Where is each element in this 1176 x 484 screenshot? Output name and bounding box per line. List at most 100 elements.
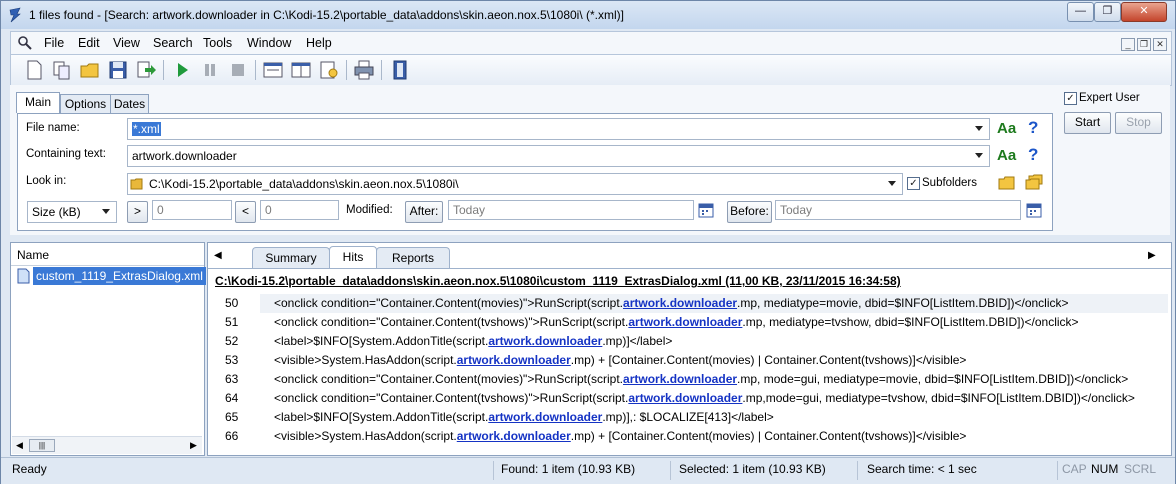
stop-button[interactable]: Stop <box>1115 112 1162 134</box>
hit-line[interactable]: 63 <onclick condition="Container.Content(… <box>208 370 1168 389</box>
look-in-combo[interactable]: C:\Kodi-15.2\portable_data\addons\skin.a… <box>127 173 903 195</box>
export-icon[interactable] <box>135 59 157 81</box>
file-list-header[interactable]: Name <box>11 243 204 266</box>
scroll-right-icon[interactable]: ▶ <box>190 440 197 451</box>
start-button[interactable]: Start <box>1064 112 1111 134</box>
toolbar <box>10 54 1172 86</box>
tab-dates[interactable]: Dates <box>110 94 149 113</box>
chevron-down-icon[interactable] <box>888 181 896 186</box>
greater-than-button[interactable]: > <box>127 201 148 223</box>
mdi-restore-button[interactable]: ❐ <box>1137 38 1151 51</box>
menu-help[interactable]: Help <box>306 36 332 50</box>
name-column-header[interactable]: Name <box>17 248 49 262</box>
hit-line-text: <label>$INFO[System.AddonTitle(script.ar… <box>274 334 672 348</box>
after-date-input[interactable]: Today <box>448 200 694 220</box>
status-separator <box>1057 461 1058 480</box>
browse-folder-icon[interactable] <box>998 175 1016 191</box>
calendar-icon[interactable] <box>698 202 714 218</box>
play-icon[interactable] <box>171 59 193 81</box>
file-name-value: *.xml <box>132 122 161 136</box>
minimize-button[interactable]: — <box>1067 2 1094 22</box>
after-button[interactable]: After: <box>405 201 443 223</box>
chevron-down-icon[interactable] <box>102 209 110 214</box>
menu-window[interactable]: Window <box>247 36 291 50</box>
case-sensitive-icon[interactable]: Aa <box>997 147 1016 164</box>
menu-view[interactable]: View <box>113 36 140 50</box>
result-file-header[interactable]: C:\Kodi-15.2\portable_data\addons\skin.a… <box>215 274 901 288</box>
case-sensitive-icon[interactable]: Aa <box>997 120 1016 137</box>
menu-edit[interactable]: Edit <box>78 36 100 50</box>
folder-icon <box>130 178 143 190</box>
hit-line-suffix: .mp)],: $LOCALIZE[413]</label> <box>602 410 774 424</box>
menu-tools[interactable]: Tools <box>203 36 232 50</box>
hit-line-text: <onclick condition="Container.Content(mo… <box>274 372 1128 386</box>
hit-line-number: 66 <box>225 429 239 443</box>
chevron-down-icon[interactable] <box>975 153 983 158</box>
new-icon[interactable] <box>23 59 45 81</box>
hit-line[interactable]: 52 <label>$INFO[System.AddonTitle(script.… <box>208 332 1168 351</box>
help-icon[interactable]: ? <box>1028 145 1038 165</box>
menu-file[interactable]: File <box>44 36 64 50</box>
print-icon[interactable] <box>353 59 375 81</box>
tab-scroll-right-icon[interactable]: ▶ <box>1148 250 1156 261</box>
hit-line[interactable]: 51 <onclick condition="Container.Content(… <box>208 313 1168 332</box>
tab-main[interactable]: Main <box>16 92 60 113</box>
hit-line[interactable]: 50 <onclick condition="Container.Content(… <box>208 294 1168 313</box>
mdi-close-button[interactable]: ✕ <box>1153 38 1167 51</box>
mdi-minimize-button[interactable]: _ <box>1121 38 1135 51</box>
status-search-time: Search time: < 1 sec <box>867 462 977 476</box>
toolbar-separator <box>381 60 382 80</box>
hit-line-prefix: <onclick condition="Container.Content(mo… <box>274 296 624 310</box>
tab-summary[interactable]: Summary <box>252 247 330 268</box>
hit-line-text: <onclick condition="Container.Content(tv… <box>274 315 1079 329</box>
expert-user-label[interactable]: Expert User <box>1079 92 1140 104</box>
tab-hits[interactable]: Hits <box>329 246 377 269</box>
hit-line-text: <visible>System.HasAddon(script.artwork.… <box>274 353 966 367</box>
hit-line[interactable]: 64 <onclick condition="Container.Content(… <box>208 389 1168 408</box>
expert-user-checkbox[interactable]: ✓ <box>1064 92 1077 105</box>
before-button[interactable]: Before: <box>727 201 772 223</box>
tab-scroll-left-icon[interactable]: ◀ <box>214 250 222 261</box>
file-list-item-label: custom_1119_ExtrasDialog.xml <box>33 267 206 285</box>
scroll-left-icon[interactable]: ◀ <box>16 440 23 451</box>
window2-icon[interactable] <box>290 59 312 81</box>
hit-line-number: 65 <box>225 410 239 424</box>
before-date-input[interactable]: Today <box>775 200 1021 220</box>
menu-search[interactable]: Search <box>153 36 193 50</box>
size-min-input[interactable]: 0 <box>152 200 232 220</box>
save-icon[interactable] <box>107 59 129 81</box>
chevron-down-icon[interactable] <box>975 126 983 131</box>
open-icon[interactable] <box>79 59 101 81</box>
horizontal-scrollbar[interactable]: ◀ ||| ▶ <box>12 436 202 454</box>
subfolders-checkbox[interactable]: ✓ <box>907 177 920 190</box>
less-than-button[interactable]: < <box>235 201 256 223</box>
maximize-button[interactable]: ❐ <box>1094 2 1121 22</box>
window3-icon[interactable] <box>318 59 340 81</box>
size-select[interactable]: Size (kB) <box>27 201 117 223</box>
hit-line[interactable]: 66 <visible>System.HasAddon(script.artwor… <box>208 427 1168 446</box>
window1-icon[interactable] <box>262 59 284 81</box>
file-name-combo[interactable]: *.xml <box>127 118 990 140</box>
hit-line[interactable]: 53 <visible>System.HasAddon(script.artwor… <box>208 351 1168 370</box>
file-list-item[interactable]: custom_1119_ExtrasDialog.xml <box>14 267 206 285</box>
close-button[interactable]: ✕ <box>1121 2 1167 22</box>
pause-icon[interactable] <box>199 59 221 81</box>
copy-icon[interactable] <box>51 59 73 81</box>
calendar-icon[interactable] <box>1026 202 1042 218</box>
size-max-input[interactable]: 0 <box>260 200 339 220</box>
hit-line-prefix: <label>$INFO[System.AddonTitle(script. <box>274 334 489 348</box>
look-in-label: Look in: <box>26 175 67 187</box>
book-icon[interactable] <box>389 59 411 81</box>
hit-match: artwork.downloader <box>623 372 738 386</box>
hit-line-prefix: <visible>System.HasAddon(script. <box>274 353 457 367</box>
hit-line[interactable]: 65 <label>$INFO[System.AddonTitle(script.… <box>208 408 1168 427</box>
tab-reports[interactable]: Reports <box>376 247 450 268</box>
multi-folder-icon[interactable] <box>1025 174 1043 191</box>
stop-icon[interactable] <box>227 59 249 81</box>
help-icon[interactable]: ? <box>1028 118 1038 138</box>
scrollbar-thumb[interactable]: ||| <box>29 439 55 452</box>
hit-line-prefix: <onclick condition="Container.Content(mo… <box>274 372 624 386</box>
tab-options[interactable]: Options <box>60 94 111 113</box>
containing-text-combo[interactable]: artwork.downloader <box>127 145 990 167</box>
subfolders-label[interactable]: Subfolders <box>922 177 977 189</box>
